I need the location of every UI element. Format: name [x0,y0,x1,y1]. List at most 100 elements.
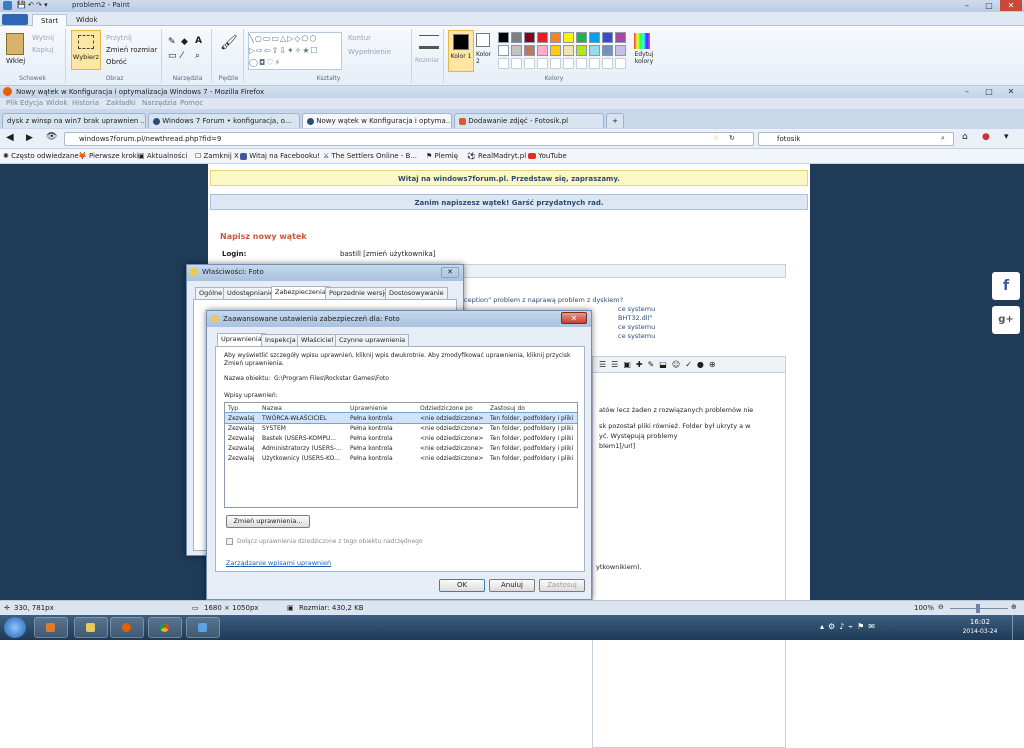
edit-colors-button[interactable]: Edytuj kolory [631,51,657,65]
url-bar[interactable]: windows7forum.pl/newthread.php?fid=9 ☆ ↻ [64,132,754,146]
home-icon[interactable]: ⌂ [962,132,968,142]
bookmark-getting-started[interactable]: 🦊 Pierwsze kroki [78,152,139,160]
bookmark-most-visited[interactable]: ✺ Często odwiedzane [3,152,79,160]
palette-swatch[interactable] [498,32,509,43]
related-link[interactable]: ce systemu [618,332,655,341]
resize-button[interactable]: Zmień rozmiar [106,46,157,54]
system-tray-icons[interactable]: ▴⚙♪⌁⚑✉ [820,622,879,631]
tab-view[interactable]: Widok [68,14,106,26]
apply-button[interactable]: Zastosuj [539,579,585,592]
empty-palette-swatch[interactable] [550,58,561,69]
menu-tools[interactable]: Narzędzia [142,99,177,107]
palette-swatch[interactable] [550,32,561,43]
column-inherited-from[interactable]: Odziedziczone po [417,403,487,413]
paste-button[interactable]: Wklej [6,57,25,65]
palette-swatch[interactable] [589,45,600,56]
change-permissions-button[interactable]: Zmień uprawnienia... [226,515,310,528]
minimize-button[interactable]: – [956,0,978,11]
empty-palette-swatch[interactable] [498,58,509,69]
browser-tab-3-active[interactable]: Nowy wątek w Konfiguracja i optyma... [302,113,452,128]
table-row[interactable]: Zezwalaj Administratorzy (USERS-... Pełna … [225,443,577,453]
empty-palette-swatch[interactable] [511,58,522,69]
bookmark-star-icon[interactable]: ☆ [713,134,719,142]
ok-button[interactable]: OK [439,579,485,592]
tab-owner[interactable]: Właściciel [297,334,338,346]
before-post-notice[interactable]: Zanim napiszesz wątek! Garść przydatnych… [210,194,808,210]
tab-customize[interactable]: Dostosowywanie [385,287,448,299]
magnifier-icon[interactable]: ⌕ [195,51,200,61]
color-picker-icon[interactable]: ⁄ [181,51,183,61]
cut-button[interactable]: Wytnij [32,34,54,42]
fill-button[interactable]: Wypełnienie [348,48,391,56]
bookmark-realmadryt[interactable]: ⚽ RealMadryt.pl [467,152,526,160]
addon-icon[interactable]: ● [982,132,990,142]
ff-close-button[interactable]: ✕ [1000,86,1022,97]
empty-palette-swatch[interactable] [602,58,613,69]
start-button[interactable] [4,617,26,638]
search-icon[interactable]: ⌕ [941,134,945,143]
palette-swatch[interactable] [602,45,613,56]
close-icon[interactable]: ✕ [561,312,587,324]
paint-app-icon[interactable] [3,1,12,10]
bookmark-close[interactable]: ☐ Zamknij X [195,152,239,160]
palette-swatch[interactable] [498,45,509,56]
brush-icon[interactable]: 🖌 [220,35,238,51]
tab-start[interactable]: Start [32,14,68,26]
empty-palette-swatch[interactable] [524,58,535,69]
properties-close-button[interactable]: ✕ [441,267,459,278]
column-name[interactable]: Nazwa [259,403,347,413]
palette-swatch[interactable] [524,32,535,43]
paint-menu-button[interactable] [2,14,28,25]
manage-entries-link[interactable]: Zarządzanie wpisami uprawnień [226,559,331,567]
column-type[interactable]: Typ [225,403,259,413]
menu-help[interactable]: Pomoc [180,99,203,107]
tab-auditing[interactable]: Inspekcja [261,334,300,346]
eraser-icon[interactable]: ▭ [168,51,177,61]
bookmark-plemie[interactable]: ⚑ Plemię [426,152,458,160]
related-link[interactable]: ce systemu [618,323,655,332]
cancel-button[interactable]: Anuluj [489,579,535,592]
table-row[interactable]: Zezwalaj TWÓRCA-WŁAŚCICIEL Pełna kontrola <… [225,412,577,424]
identity-icon[interactable]: 👁 [46,132,57,142]
palette-swatch[interactable] [550,45,561,56]
empty-palette-swatch[interactable] [589,58,600,69]
palette-swatch[interactable] [615,32,626,43]
menu-bookmarks[interactable]: Zakładki [106,99,136,107]
close-button[interactable]: ✕ [1000,0,1022,11]
outline-button[interactable]: Kontur [348,34,371,42]
empty-palette-swatch[interactable] [563,58,574,69]
back-button-icon[interactable]: ◀ [6,132,14,143]
menu-history[interactable]: Historia [72,99,99,107]
taskbar-media-player[interactable] [34,617,68,638]
zoom-in-icon[interactable]: ⊕ [1011,603,1017,611]
editor-toolbar[interactable]: ☰☰▣✚✎⬓☺✓●⊕ [593,357,785,373]
table-row[interactable]: Zezwalaj Użytkownicy (USERS-KO... Pełna ko… [225,453,577,463]
color1-button[interactable]: Kolor 1 [448,30,474,72]
menu-view[interactable]: Widok [46,99,68,107]
taskbar-explorer[interactable] [74,617,108,638]
pencil-icon[interactable]: ✎ [168,37,176,47]
forward-button-icon[interactable]: ▶ [26,133,33,143]
search-input[interactable]: fotosik [777,135,800,143]
tab-security[interactable]: Zabezpieczenia [271,286,330,299]
shapes-gallery[interactable]: ╲○▭▭△▷◇⬠⬡ ▷⇨⇦⇧⇩✦✧★☐ ◯◘♡⚡ [248,32,342,70]
copy-button[interactable]: Kopiuj [32,46,53,54]
palette-swatch[interactable] [576,32,587,43]
taskbar-firefox[interactable] [110,617,144,638]
search-bar[interactable]: fotosik ⌕ [758,132,954,146]
palette-swatch[interactable] [563,45,574,56]
color2-swatch[interactable] [476,33,490,47]
palette-swatch[interactable] [511,32,522,43]
empty-palette-swatch[interactable] [615,58,626,69]
palette-swatch[interactable] [576,45,587,56]
ff-minimize-button[interactable]: – [956,86,978,97]
taskbar-paint[interactable] [186,617,220,638]
crop-button[interactable]: Przytnij [106,34,132,42]
reload-icon[interactable]: ↻ [729,134,735,142]
bookmark-settlers[interactable]: ⚔ The Settlers Online - B... [323,152,417,160]
bookmark-facebook[interactable]: Witaj na Facebooku! [240,152,320,160]
palette-swatch[interactable] [537,45,548,56]
clock-date[interactable]: 2014-03-24 [960,628,1000,635]
new-tab-button[interactable]: + [606,113,624,128]
browser-tab-4[interactable]: Dodawanie zdjęć - Fotosik.pl [454,113,604,128]
